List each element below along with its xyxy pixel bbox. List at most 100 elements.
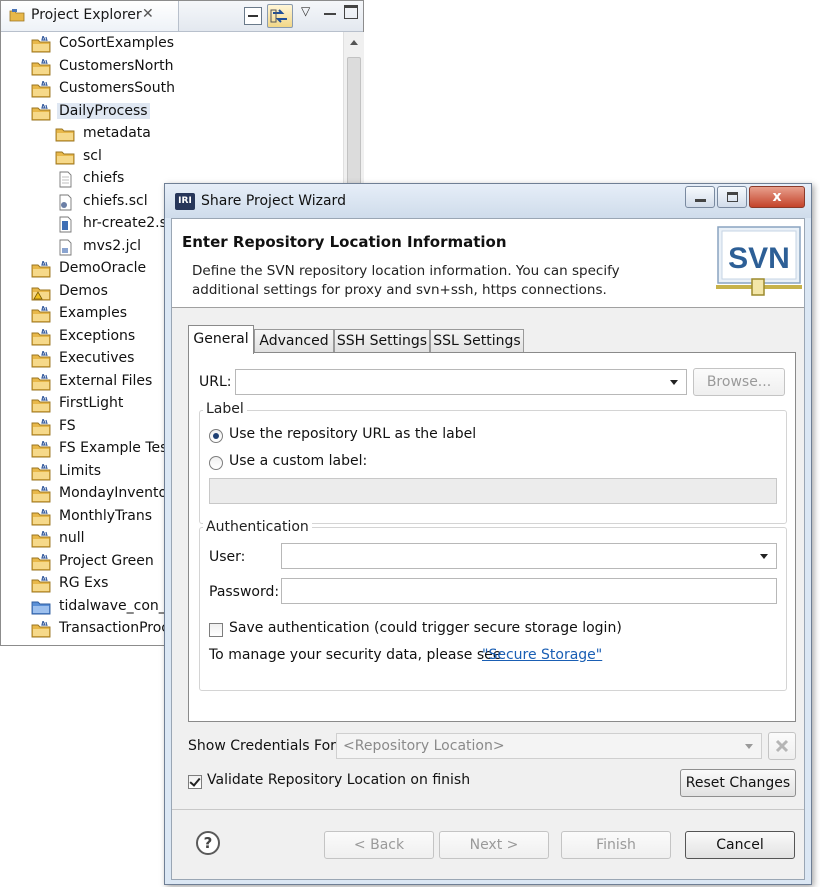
tree-item-label: scl	[83, 147, 102, 164]
project-icon	[31, 326, 51, 346]
tree-item-label: Limits	[59, 462, 101, 479]
finish-button[interactable]: Finish	[561, 831, 671, 859]
use-custom-label-label[interactable]: Use a custom label:	[229, 453, 367, 469]
tree-item-label: Demos	[59, 282, 108, 299]
tree-item-label: FS	[59, 417, 76, 434]
file-icon	[55, 171, 75, 188]
tree-item-label: Executives	[59, 350, 135, 366]
link-with-editor-button[interactable]	[267, 4, 293, 28]
tree-item-label: FirstLight	[59, 395, 124, 411]
authentication-group-title: Authentication	[203, 519, 312, 535]
tree-item-label: DemoOracle	[59, 260, 147, 276]
project-icon	[31, 394, 51, 413]
secure-storage-link[interactable]: "Secure Storage"	[482, 647, 602, 663]
tree-item-label: FS Example Test	[59, 440, 173, 456]
close-window-button[interactable]: x	[749, 186, 805, 208]
svn-logo-text: SVN	[728, 242, 790, 275]
maximize-window-button[interactable]	[717, 186, 747, 208]
minimize-window-button[interactable]	[685, 186, 715, 208]
use-repo-url-radio[interactable]	[209, 429, 223, 443]
password-label: Password:	[209, 584, 280, 600]
project-icon	[31, 416, 51, 436]
project-icon	[31, 349, 51, 368]
wizard-page-title: Enter Repository Location Information	[182, 233, 507, 251]
tab-advanced[interactable]: Advanced	[254, 329, 334, 353]
tree-item-label: chiefs.scl	[83, 192, 148, 209]
url-dropdown-arrow-icon[interactable]	[670, 380, 678, 385]
help-icon[interactable]: ?	[196, 831, 220, 855]
tree-item-label: chiefs	[83, 170, 125, 186]
user-combo[interactable]	[281, 543, 777, 569]
back-button[interactable]: < Back	[324, 831, 434, 859]
tree-item-label: metadata	[83, 125, 151, 141]
use-repo-url-label[interactable]: Use the repository URL as the label	[229, 426, 476, 442]
collapse-all-button[interactable]	[244, 7, 262, 25]
tab-ssl-settings[interactable]: SSL Settings	[430, 329, 524, 353]
tree-item-label: DailyProcess	[57, 102, 150, 119]
save-authentication-checkbox[interactable]	[209, 623, 223, 637]
save-authentication-label[interactable]: Save authentication (could trigger secur…	[229, 620, 622, 636]
maximize-view-button[interactable]	[344, 5, 358, 19]
label-group-title: Label	[203, 401, 247, 417]
scroll-up-arrow-icon[interactable]	[350, 40, 358, 45]
manage-security-text: To manage your security data, please see	[209, 647, 502, 663]
browse-button[interactable]: Browse...	[693, 368, 785, 396]
view-menu-icon[interactable]: ▽	[301, 5, 313, 17]
tree-item-label: CoSortExamples	[59, 35, 175, 51]
project-icon	[31, 304, 51, 323]
view-title: Project Explorer	[31, 7, 142, 23]
user-dropdown-arrow-icon[interactable]	[760, 554, 768, 559]
project-icon	[31, 484, 51, 503]
minimize-view-button[interactable]	[323, 5, 337, 19]
project-icon	[31, 259, 51, 278]
tree-item-label: CustomersNorth	[59, 57, 174, 74]
folder-icon	[55, 149, 75, 166]
file-icon	[55, 239, 75, 256]
project-icon	[31, 574, 51, 593]
folder-icon	[55, 126, 75, 143]
general-tab-panel: URL: Browse... Label Use the repository …	[188, 352, 796, 722]
link-editor-icon	[270, 9, 287, 23]
validate-location-label[interactable]: Validate Repository Location on finish	[207, 772, 470, 788]
project-icon	[31, 551, 51, 571]
view-tab-bar: Project Explorer ✕ ▽	[1, 1, 363, 32]
credentials-combo[interactable]: <Repository Location>	[336, 733, 762, 759]
project-icon	[31, 101, 51, 121]
file-icon	[55, 216, 75, 233]
url-combo[interactable]	[235, 369, 687, 395]
wizard-header: Enter Repository Location Information De…	[172, 219, 804, 308]
cancel-button[interactable]: Cancel	[685, 831, 795, 859]
tree-item-label: MondayInvento	[59, 485, 168, 501]
tab-general[interactable]: General	[188, 325, 254, 354]
project-explorer-tab[interactable]: Project Explorer ✕	[1, 1, 179, 31]
dialog-title-bar[interactable]: IRI Share Project Wizard x	[165, 184, 811, 218]
show-credentials-label: Show Credentials For:	[188, 738, 341, 754]
delete-credentials-button[interactable]	[768, 732, 796, 760]
reset-changes-button[interactable]: Reset Changes	[680, 769, 796, 797]
credentials-dropdown-arrow-icon[interactable]	[745, 744, 753, 749]
tree-item-label: Project Green	[59, 552, 154, 569]
project-icon	[31, 56, 51, 76]
project-icon	[31, 619, 51, 638]
tree-item-label: External Files	[59, 372, 153, 389]
next-button[interactable]: Next >	[439, 831, 549, 859]
tree-item-label: Exceptions	[59, 327, 136, 344]
app-logo-icon: IRI	[175, 193, 195, 210]
url-label: URL:	[199, 374, 232, 390]
close-view-icon[interactable]: ✕	[142, 6, 154, 22]
tree-item-label: Examples	[59, 305, 128, 321]
validate-location-checkbox[interactable]	[188, 775, 202, 789]
project-icon	[31, 529, 51, 548]
tree-item-label: null	[59, 530, 85, 546]
folder-icon	[31, 599, 51, 616]
footer-separator	[172, 809, 804, 810]
use-custom-label-radio[interactable]	[209, 456, 223, 470]
custom-label-input[interactable]	[209, 478, 777, 504]
tab-ssh-settings[interactable]: SSH Settings	[334, 329, 430, 353]
tree-item-label: TransactionProc	[59, 620, 169, 636]
project-icon	[31, 79, 51, 98]
wizard-page-description: Define the SVN repository location infor…	[192, 262, 692, 300]
tree-item-label: RG Exs	[59, 575, 109, 591]
password-field[interactable]	[281, 578, 777, 604]
project-icon	[31, 461, 51, 481]
